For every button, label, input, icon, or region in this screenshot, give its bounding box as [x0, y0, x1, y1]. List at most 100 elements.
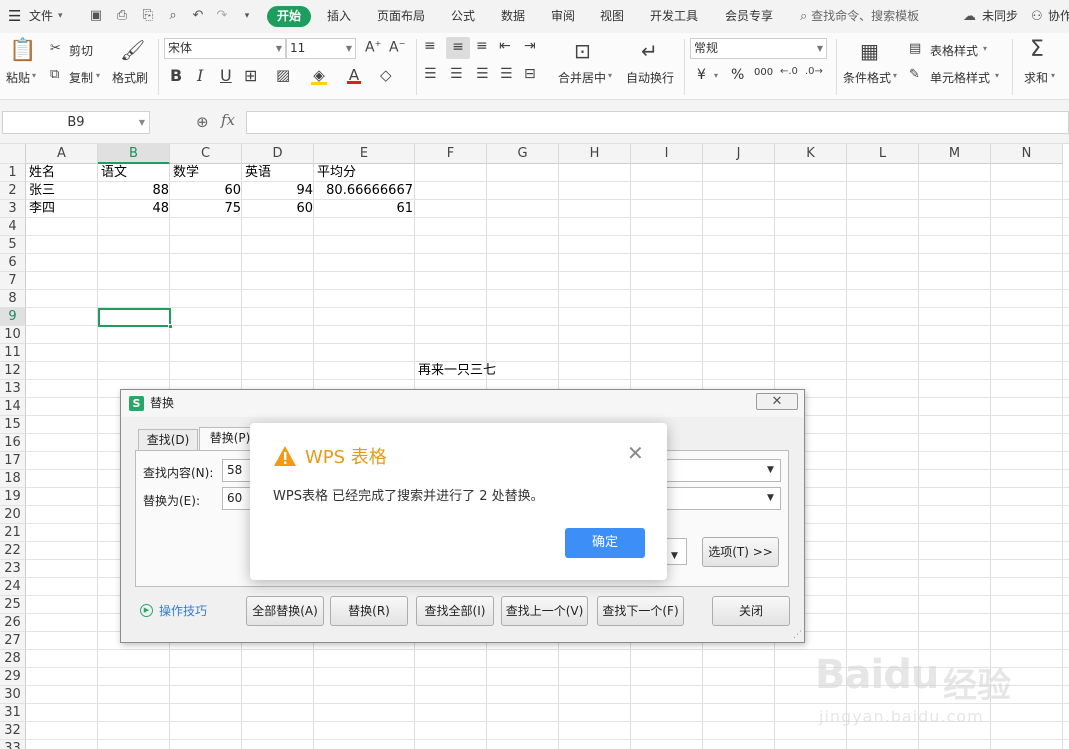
number-format-combo[interactable]: 常规 ▼ — [690, 38, 827, 59]
bold-button[interactable]: B — [170, 66, 182, 85]
tab-find[interactable]: 查找(D) — [138, 429, 198, 451]
currency-button[interactable]: ¥ — [697, 67, 706, 83]
font-color-icon[interactable]: A — [347, 66, 361, 84]
column-header-e[interactable]: E — [314, 144, 415, 164]
increase-decimal-icon[interactable]: ←.0 — [780, 66, 798, 77]
cell-style-icon[interactable]: ✎ — [909, 67, 920, 82]
row-header-22[interactable]: 22 — [0, 542, 26, 560]
file-menu-chevron-icon[interactable]: ▾ — [58, 0, 63, 33]
column-header-l[interactable]: L — [847, 144, 919, 164]
row-header-25[interactable]: 25 — [0, 596, 26, 614]
decrease-indent-icon[interactable]: ⇤ — [499, 38, 511, 54]
row-header-2[interactable]: 2 — [0, 182, 26, 200]
formula-input[interactable] — [246, 111, 1069, 134]
distributed-icon[interactable]: ⊟ — [524, 66, 536, 82]
currency-chevron-icon[interactable]: ▾ — [714, 71, 718, 80]
row-header-11[interactable]: 11 — [0, 344, 26, 362]
copy-icon[interactable]: ⧉ — [50, 67, 59, 82]
tab-insert[interactable]: 插入 — [327, 0, 351, 33]
row-header-17[interactable]: 17 — [0, 452, 26, 470]
cell-b1[interactable]: 语文 — [99, 164, 129, 182]
row-header-20[interactable]: 20 — [0, 506, 26, 524]
cell-f12[interactable]: 再来一只三七 — [416, 362, 498, 380]
cell-c2[interactable]: 60 — [171, 182, 243, 200]
redo-icon[interactable]: ↷ — [213, 7, 231, 25]
dialog-close-button[interactable]: ✕ — [756, 393, 798, 410]
cell-a1[interactable]: 姓名 — [27, 164, 57, 182]
clear-format-icon[interactable]: ◇ — [380, 66, 392, 84]
row-header-29[interactable]: 29 — [0, 668, 26, 686]
row-header-14[interactable]: 14 — [0, 398, 26, 416]
tab-review[interactable]: 审阅 — [551, 0, 575, 33]
select-all-corner[interactable] — [0, 144, 26, 164]
cell-b2[interactable]: 88 — [99, 182, 171, 200]
print-preview-icon[interactable]: ⌕ — [164, 7, 182, 25]
sum-icon[interactable]: Σ — [1030, 37, 1044, 62]
ok-button[interactable]: 确定 — [565, 528, 645, 558]
row-header-8[interactable]: 8 — [0, 290, 26, 308]
fill-pattern-icon[interactable]: ▨ — [276, 66, 290, 84]
column-header-h[interactable]: H — [559, 144, 631, 164]
close-icon[interactable]: ✕ — [627, 443, 644, 463]
replace-history-chevron-icon[interactable]: ▼ — [767, 493, 774, 503]
thousands-button[interactable]: 000 — [754, 67, 773, 78]
align-center-icon[interactable]: ☰ — [450, 66, 463, 82]
scissors-icon[interactable]: ✂ — [50, 41, 61, 56]
underline-button[interactable]: U — [220, 66, 232, 85]
resize-grip-icon[interactable]: ⋰ — [793, 630, 802, 640]
row-header-9[interactable]: 9 — [0, 308, 26, 326]
collaborate-button[interactable]: 协作 — [1048, 0, 1069, 33]
cell-d1[interactable]: 英语 — [243, 164, 273, 182]
cell-a3[interactable]: 李四 — [27, 200, 57, 218]
column-header-j[interactable]: J — [703, 144, 775, 164]
name-box[interactable]: B9 ▼ — [2, 111, 150, 134]
hamburger-menu-icon[interactable]: ☰ — [8, 0, 21, 33]
column-header-g[interactable]: G — [487, 144, 559, 164]
insert-function-button[interactable]: fx — [221, 111, 235, 129]
italic-button[interactable]: I — [197, 66, 203, 85]
find-next-button[interactable]: 查找下一个(F) — [597, 596, 684, 626]
column-header-c[interactable]: C — [170, 144, 242, 164]
cloud-sync-icon[interactable]: ☁ — [963, 0, 976, 33]
cell-a2[interactable]: 张三 — [27, 182, 57, 200]
fill-handle[interactable] — [168, 324, 173, 329]
table-style-chevron-icon[interactable]: ▾ — [983, 44, 987, 53]
row-header-26[interactable]: 26 — [0, 614, 26, 632]
row-header-1[interactable]: 1 — [0, 164, 26, 182]
command-search[interactable]: ⌕ 查找命令、搜索模板 — [800, 0, 919, 33]
cell-b3[interactable]: 48 — [99, 200, 171, 218]
row-header-15[interactable]: 15 — [0, 416, 26, 434]
undo-icon[interactable]: ↶ — [189, 7, 207, 25]
column-header-n[interactable]: N — [991, 144, 1063, 164]
quick-access-chevron-icon[interactable]: ▾ — [238, 7, 256, 25]
collaborate-icon[interactable]: ⚇ — [1031, 0, 1043, 33]
print-icon[interactable]: ⎘ — [139, 7, 157, 25]
tab-developer[interactable]: 开发工具 — [650, 0, 698, 33]
row-header-13[interactable]: 13 — [0, 380, 26, 398]
paste-icon[interactable]: 📋 — [9, 38, 36, 63]
align-bottom-icon[interactable]: ≡ — [476, 38, 488, 54]
format-painter-icon[interactable]: 🖌 — [120, 38, 145, 62]
table-style-button[interactable]: 表格样式 — [930, 42, 978, 59]
zoom-icon[interactable]: ⊕ — [196, 113, 209, 131]
row-header-28[interactable]: 28 — [0, 650, 26, 668]
save-icon[interactable]: ▣ — [87, 7, 105, 25]
row-header-4[interactable]: 4 — [0, 218, 26, 236]
cell-style-chevron-icon[interactable]: ▾ — [995, 71, 999, 80]
row-header-31[interactable]: 31 — [0, 704, 26, 722]
tab-data[interactable]: 数据 — [501, 0, 525, 33]
tab-view[interactable]: 视图 — [600, 0, 624, 33]
column-header-i[interactable]: I — [631, 144, 703, 164]
replace-all-button[interactable]: 全部替换(A) — [246, 596, 324, 626]
sum-button[interactable]: 求和 — [1024, 69, 1048, 86]
row-header-5[interactable]: 5 — [0, 236, 26, 254]
copy-chevron-icon[interactable]: ▾ — [96, 71, 100, 80]
cell-c1[interactable]: 数学 — [171, 164, 201, 182]
copy-button[interactable]: 复制 — [69, 69, 93, 86]
format-painter-button[interactable]: 格式刷 — [112, 69, 148, 86]
cell-e1[interactable]: 平均分 — [315, 164, 358, 182]
font-size-combo[interactable]: 11 ▼ — [286, 38, 356, 59]
tab-formulas[interactable]: 公式 — [451, 0, 475, 33]
column-header-f[interactable]: F — [415, 144, 487, 164]
decrease-font-icon[interactable]: A− — [389, 39, 405, 56]
